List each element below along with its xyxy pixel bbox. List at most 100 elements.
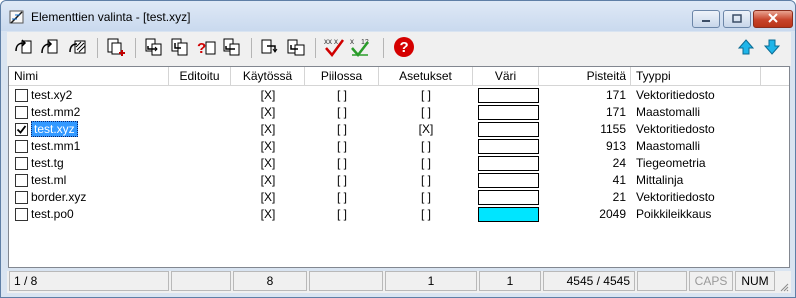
row-settings[interactable]: [ ] <box>379 104 473 121</box>
status-position: 1 / 8 <box>9 271 169 291</box>
column-header-edited[interactable]: Editoitu <box>169 67 231 86</box>
list-item[interactable]: border.xyz [X][ ][ ] 21 Vektoritiedosto <box>9 189 789 206</box>
column-header-points[interactable]: Pisteitä <box>539 67 631 86</box>
title-bar[interactable]: Elementtien valinta - [test.xyz] <box>1 1 795 31</box>
element-list[interactable]: Nimi Editoitu Käytössä Piilossa Asetukse… <box>8 66 790 268</box>
row-color-swatch[interactable] <box>478 207 539 222</box>
open-multiple-button[interactable] <box>65 36 91 60</box>
row-checkbox[interactable] <box>15 208 28 221</box>
row-name-text: test.mm2 <box>31 105 81 119</box>
row-edited[interactable] <box>169 206 231 223</box>
copy-element-button[interactable] <box>167 36 193 60</box>
row-points: 2049 <box>599 207 626 221</box>
list-item[interactable]: test.ml [X][ ][ ] 41 Mittalinja <box>9 172 789 189</box>
query-element-button[interactable]: ? <box>193 36 219 60</box>
row-edited[interactable] <box>169 87 231 104</box>
row-edited[interactable] <box>169 121 231 138</box>
row-color-swatch[interactable] <box>478 139 539 154</box>
row-settings[interactable]: [ ] <box>379 206 473 223</box>
row-settings[interactable]: [ ] <box>379 138 473 155</box>
column-header-name[interactable]: Nimi <box>9 67 169 86</box>
row-color-swatch[interactable] <box>478 173 539 188</box>
help-button[interactable]: ? <box>391 36 417 60</box>
row-settings[interactable]: [ ] <box>379 87 473 104</box>
row-hidden[interactable]: [ ] <box>305 138 379 155</box>
list-item[interactable]: test.xyz [X][ ] [X] 1155 Vektoritiedosto <box>9 121 789 138</box>
row-name[interactable]: test.xyz <box>31 121 78 138</box>
row-checkbox[interactable] <box>15 140 28 153</box>
row-in-use[interactable]: [X] <box>231 121 305 138</box>
move-up-button[interactable] <box>733 36 759 60</box>
list-item[interactable]: test.xy2 [X][ ][ ] 171 Vektoritiedosto <box>9 87 789 104</box>
row-checkbox[interactable] <box>15 89 28 102</box>
column-header-hidden[interactable]: Piilossa <box>305 67 379 86</box>
row-name[interactable]: test.mm1 <box>31 138 80 155</box>
move-element-button[interactable] <box>141 36 167 60</box>
row-name[interactable]: test.xy2 <box>31 87 72 104</box>
row-settings[interactable]: [X] <box>379 121 473 138</box>
row-hidden[interactable]: [ ] <box>305 104 379 121</box>
row-name[interactable]: border.xyz <box>31 189 86 206</box>
column-header-settings[interactable]: Asetukset <box>379 67 473 86</box>
svg-text:xx: xx <box>324 37 332 46</box>
minimize-button[interactable] <box>692 10 720 28</box>
row-checkbox[interactable] <box>15 106 28 119</box>
row-checkbox[interactable] <box>15 157 28 170</box>
row-name[interactable]: test.tg <box>31 155 64 172</box>
list-item[interactable]: test.tg [X][ ][ ] 24 Tiegeometria <box>9 155 789 172</box>
row-in-use[interactable]: [X] <box>231 138 305 155</box>
row-name[interactable]: test.po0 <box>31 206 74 223</box>
row-in-use[interactable]: [X] <box>231 104 305 121</box>
resize-grip-icon[interactable] <box>779 281 789 292</box>
export-element-alt-button[interactable] <box>283 36 309 60</box>
open-element-alt-button[interactable] <box>37 36 63 60</box>
row-in-use[interactable]: [X] <box>231 189 305 206</box>
row-hidden[interactable]: [ ] <box>305 206 379 223</box>
list-item[interactable]: test.po0 [X][ ][ ] 2049 Poikkileikkaus <box>9 206 789 223</box>
row-color-swatch[interactable] <box>478 156 539 171</box>
row-color-swatch[interactable] <box>478 190 539 205</box>
add-element-button[interactable] <box>103 36 129 60</box>
column-header-in-use[interactable]: Käytössä <box>231 67 305 86</box>
row-checkbox[interactable] <box>15 191 28 204</box>
maximize-button[interactable] <box>723 10 751 28</box>
column-header-color[interactable]: Väri <box>473 67 539 86</box>
row-in-use[interactable]: [X] <box>231 172 305 189</box>
export-element-button[interactable] <box>257 36 283 60</box>
close-button[interactable] <box>753 10 793 28</box>
numbered-check-button[interactable]: x 12 <box>347 36 375 60</box>
row-hidden[interactable]: [ ] <box>305 87 379 104</box>
list-item[interactable]: test.mm1 [X][ ][ ] 913 Maastomalli <box>9 138 789 155</box>
row-color-swatch[interactable] <box>478 88 539 103</box>
row-settings[interactable]: [ ] <box>379 189 473 206</box>
row-edited[interactable] <box>169 155 231 172</box>
row-edited[interactable] <box>169 172 231 189</box>
row-name[interactable]: test.mm2 <box>31 104 80 121</box>
row-settings[interactable]: [ ] <box>379 172 473 189</box>
row-edited[interactable] <box>169 189 231 206</box>
status-bar: 1 / 8 8 1 1 4545 / 4545 CAPS NUM <box>7 271 791 293</box>
row-type: Vektoritiedosto <box>636 88 715 102</box>
row-edited[interactable] <box>169 104 231 121</box>
row-hidden[interactable]: [ ] <box>305 121 379 138</box>
arrow-down-icon <box>763 38 781 59</box>
row-color-swatch[interactable] <box>478 122 539 137</box>
open-element-button[interactable] <box>11 36 37 60</box>
row-in-use[interactable]: [X] <box>231 206 305 223</box>
column-header-type[interactable]: Tyyppi <box>631 67 761 86</box>
row-checkbox[interactable] <box>15 123 28 136</box>
row-edited[interactable] <box>169 138 231 155</box>
row-settings[interactable]: [ ] <box>379 155 473 172</box>
row-in-use[interactable]: [X] <box>231 155 305 172</box>
row-hidden[interactable]: [ ] <box>305 172 379 189</box>
check-all-button[interactable]: xx x <box>321 36 347 60</box>
row-in-use[interactable]: [X] <box>231 87 305 104</box>
row-hidden[interactable]: [ ] <box>305 189 379 206</box>
row-name[interactable]: test.ml <box>31 172 66 189</box>
move-element-alt-button[interactable] <box>219 36 245 60</box>
row-color-swatch[interactable] <box>478 105 539 120</box>
list-item[interactable]: test.mm2 [X][ ][ ] 171 Maastomalli <box>9 104 789 121</box>
move-down-button[interactable] <box>759 36 785 60</box>
row-hidden[interactable]: [ ] <box>305 155 379 172</box>
row-checkbox[interactable] <box>15 174 28 187</box>
